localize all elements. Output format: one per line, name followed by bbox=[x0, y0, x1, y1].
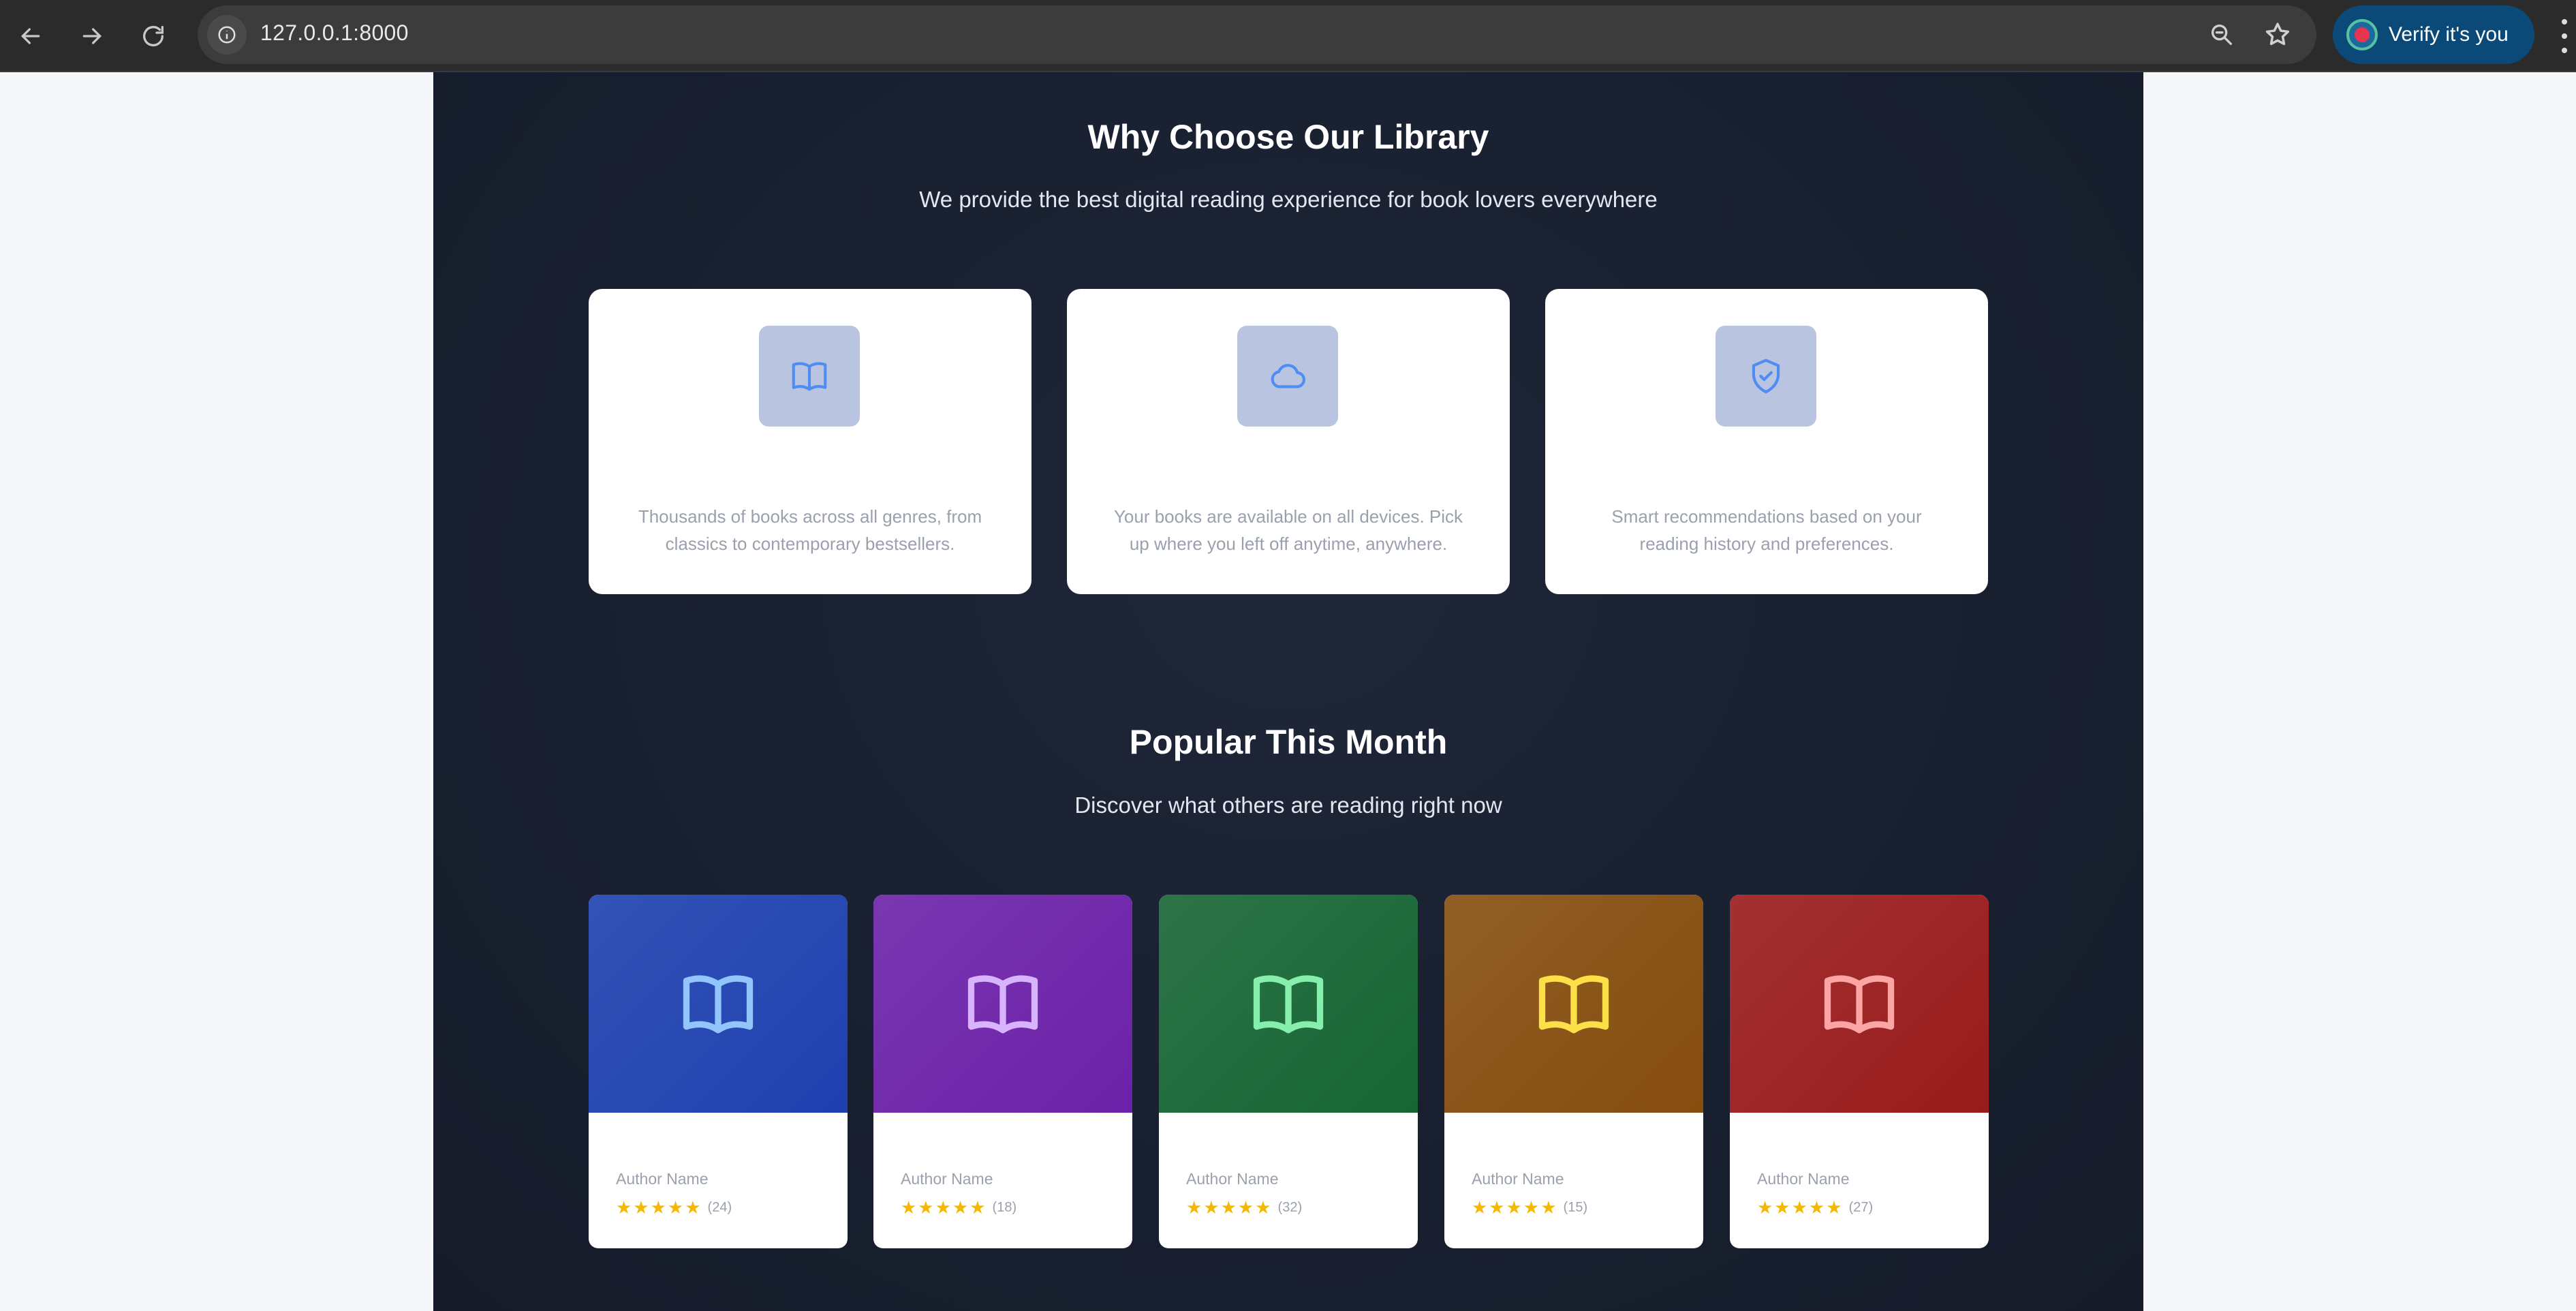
feature-card-sync: Your books are available on all devices.… bbox=[1067, 289, 1510, 594]
zoom-button[interactable] bbox=[2205, 18, 2239, 52]
book-open-icon bbox=[792, 362, 827, 391]
rating-stars: ★★★★★ bbox=[1186, 1197, 1273, 1218]
book-author: Author Name bbox=[1186, 1170, 1279, 1188]
book-cover[interactable] bbox=[1444, 895, 1703, 1113]
feature-description: Smart recommendations based on your read… bbox=[1611, 506, 1922, 554]
book-cover[interactable] bbox=[1159, 895, 1418, 1113]
feature-icon-box bbox=[1716, 326, 1816, 427]
main-content: Why Choose Our Library We provide the be… bbox=[433, 72, 2143, 1311]
bookmark-button[interactable] bbox=[2261, 18, 2295, 52]
rating-stars: ★★★★★ bbox=[616, 1197, 702, 1218]
profile-avatar-icon bbox=[2346, 19, 2378, 50]
rating-count: (15) bbox=[1563, 1200, 1588, 1215]
book-card[interactable]: Author Name ★★★★★ (18) bbox=[873, 895, 1132, 1248]
arrow-left-icon bbox=[20, 28, 40, 44]
reload-button[interactable] bbox=[131, 14, 176, 59]
site-info-button[interactable] bbox=[207, 15, 247, 55]
book-rating: ★★★★★ (15) bbox=[1472, 1197, 1587, 1218]
feature-card-library: Thousands of books across all genres, fr… bbox=[589, 289, 1031, 594]
feature-description: Thousands of books across all genres, fr… bbox=[638, 506, 982, 554]
rating-stars: ★★★★★ bbox=[901, 1197, 987, 1218]
address-bar[interactable]: 127.0.0.1:8000 bbox=[198, 5, 2316, 64]
popular-subtitle: Discover what others are reading right n… bbox=[1074, 792, 1502, 818]
shield-check-icon bbox=[1752, 358, 1780, 394]
rating-count: (18) bbox=[992, 1200, 1017, 1215]
book-cover[interactable] bbox=[1730, 895, 1989, 1113]
reload-icon bbox=[143, 26, 164, 47]
browser-menu-icon[interactable] bbox=[2558, 19, 2571, 53]
book-rating: ★★★★★ (24) bbox=[616, 1197, 732, 1218]
cloud-icon bbox=[1271, 364, 1305, 388]
book-author: Author Name bbox=[616, 1170, 709, 1188]
book-card[interactable]: Author Name ★★★★★ (15) bbox=[1444, 895, 1703, 1248]
rating-count: (27) bbox=[1848, 1200, 1874, 1215]
book-author: Author Name bbox=[1472, 1170, 1564, 1188]
book-open-icon bbox=[967, 975, 1038, 1034]
book-open-icon bbox=[1538, 975, 1609, 1034]
zoom-icon bbox=[2212, 25, 2232, 46]
book-cover[interactable] bbox=[873, 895, 1132, 1113]
book-author: Author Name bbox=[1757, 1170, 1850, 1188]
verify-label: Verify it's you bbox=[2389, 23, 2509, 46]
book-card[interactable]: Author Name ★★★★★ (27) bbox=[1730, 895, 1989, 1248]
book-rating: ★★★★★ (27) bbox=[1757, 1197, 1873, 1218]
rating-stars: ★★★★★ bbox=[1757, 1197, 1844, 1218]
url-text[interactable]: 127.0.0.1:8000 bbox=[260, 20, 409, 46]
feature-icon-box bbox=[1237, 326, 1338, 427]
arrow-right-icon bbox=[82, 28, 102, 44]
rating-count: (32) bbox=[1277, 1200, 1303, 1215]
info-icon bbox=[218, 26, 236, 44]
features-subtitle: We provide the best digital reading expe… bbox=[919, 187, 1658, 212]
popular-title: Popular This Month bbox=[1129, 723, 1448, 761]
book-open-icon bbox=[1253, 975, 1324, 1034]
forward-button[interactable] bbox=[69, 14, 114, 59]
book-rating: ★★★★★ (32) bbox=[1186, 1197, 1302, 1218]
star-icon bbox=[2265, 22, 2290, 46]
features-title: Why Choose Our Library bbox=[1087, 118, 1489, 156]
book-cover[interactable] bbox=[589, 895, 848, 1113]
verify-profile-button[interactable]: Verify it's you bbox=[2333, 5, 2534, 64]
book-card[interactable]: Author Name ★★★★★ (24) bbox=[589, 895, 848, 1248]
rating-count: (24) bbox=[707, 1200, 732, 1215]
book-open-icon bbox=[683, 975, 754, 1034]
browser-toolbar: 127.0.0.1:8000 Verify it's you bbox=[0, 0, 2576, 72]
feature-description: Your books are available on all devices.… bbox=[1113, 506, 1463, 554]
book-card[interactable]: Author Name ★★★★★ (32) bbox=[1159, 895, 1418, 1248]
book-open-icon bbox=[1824, 975, 1895, 1034]
rating-stars: ★★★★★ bbox=[1472, 1197, 1558, 1218]
feature-icon-box bbox=[759, 326, 860, 427]
book-rating: ★★★★★ (18) bbox=[901, 1197, 1017, 1218]
feature-card-recommendations: Smart recommendations based on your read… bbox=[1545, 289, 1988, 594]
book-author: Author Name bbox=[901, 1170, 993, 1188]
back-button[interactable] bbox=[8, 14, 53, 59]
